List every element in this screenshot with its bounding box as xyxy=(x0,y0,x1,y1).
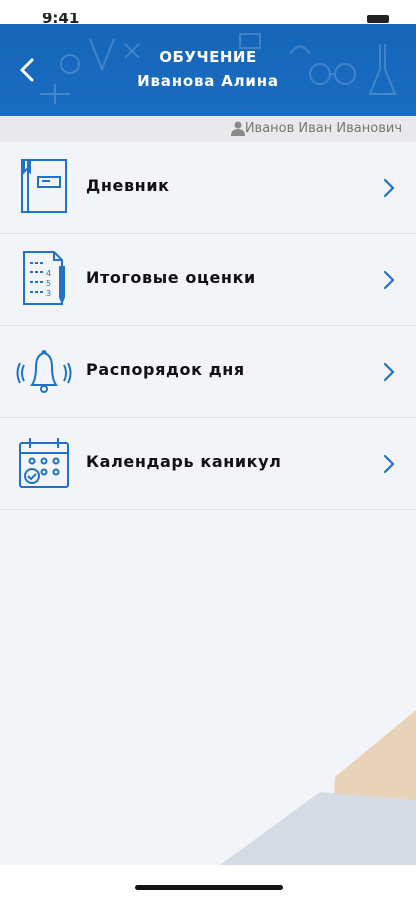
menu-item-label: Итоговые оценки xyxy=(86,268,256,287)
chevron-right-icon xyxy=(383,362,395,382)
calendar-icon xyxy=(19,438,69,488)
svg-text:4: 4 xyxy=(46,269,51,278)
svg-text:3: 3 xyxy=(46,289,51,298)
grades-list-icon: 4 5 3 xyxy=(23,251,65,305)
menu-item-holiday-calendar[interactable]: Календарь каникул xyxy=(0,418,416,510)
header: ОБУЧЕНИЕ Иванова Алина xyxy=(0,24,416,116)
bell-icon xyxy=(16,350,72,393)
user-name: Иванов Иван Иванович xyxy=(244,121,402,136)
menu-item-daily-schedule[interactable]: Распорядок дня xyxy=(0,326,416,418)
header-pattern-icon xyxy=(40,33,397,104)
menu-item-label: Распорядок дня xyxy=(86,360,245,379)
battery-icon xyxy=(367,15,389,23)
home-area xyxy=(0,865,416,900)
page-title: ОБУЧЕНИЕ xyxy=(159,48,257,66)
user-icon xyxy=(231,121,245,136)
menu-item-label: Дневник xyxy=(86,176,170,195)
chevron-right-icon xyxy=(383,178,395,198)
diary-book-icon xyxy=(21,159,67,213)
menu-item-final-grades[interactable]: 4 5 3 Итоговые оценки xyxy=(0,234,416,326)
user-bar: Иванов Иван Иванович xyxy=(0,116,416,142)
student-name: Иванова Алина xyxy=(137,72,279,90)
chevron-right-icon xyxy=(383,270,395,290)
chevron-right-icon xyxy=(383,454,395,474)
status-bar: 9:41 xyxy=(0,0,416,24)
home-indicator[interactable] xyxy=(135,885,283,890)
menu-list: Дневник 4 5 3 Итоговые оценки Распорядок… xyxy=(0,142,416,865)
svg-text:5: 5 xyxy=(46,279,51,288)
menu-item-label: Календарь каникул xyxy=(86,452,282,471)
status-time: 9:41 xyxy=(42,13,80,24)
menu-item-diary[interactable]: Дневник xyxy=(0,142,416,234)
